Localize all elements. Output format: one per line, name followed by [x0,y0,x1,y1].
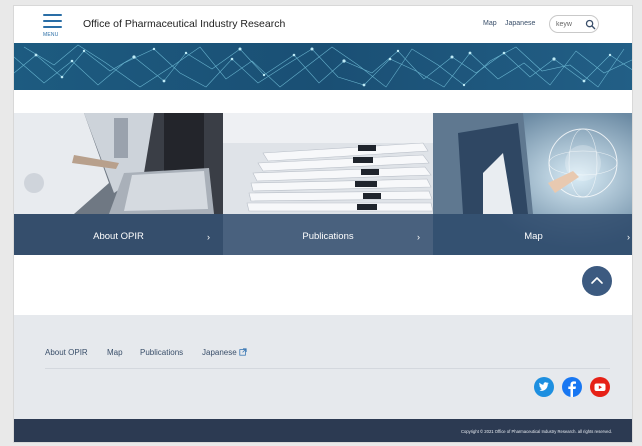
network-pattern-image [14,43,632,90]
menu-label: MENU [43,32,59,38]
search-icon[interactable] [585,19,596,30]
tile-label: Map [524,231,543,242]
tile-label: Publications [302,231,354,242]
twitter-icon [539,382,549,391]
hero-banner [14,43,632,90]
site-title[interactable]: Office of Pharmaceutical Industry Resear… [83,18,285,30]
chevron-right-icon: › [207,232,210,242]
copyright-bar: Copyright © 2021 Office of Pharmaceutica… [14,419,632,442]
youtube-icon [594,383,606,391]
tile-map[interactable]: Map › [433,113,632,255]
chevron-right-icon: › [417,232,420,242]
page-frame: MENU Office of Pharmaceutical Industry R… [13,5,633,443]
tile-about-opir[interactable]: About OPIR › [14,113,223,255]
footer-link-publications[interactable]: Publications [140,348,183,357]
hamburger-icon-bar [43,20,62,22]
search-input[interactable] [556,19,584,30]
twitter-button[interactable] [534,377,554,397]
chevron-up-icon [591,277,603,284]
copyright-text: Copyright © 2021 Office of Pharmaceutica… [460,429,612,434]
external-link-icon [239,348,247,356]
site-header: MENU Office of Pharmaceutical Industry R… [14,6,632,43]
footer-link-map[interactable]: Map [107,348,123,357]
menu-button[interactable]: MENU [43,14,65,40]
header-japanese-link[interactable]: Japanese [505,20,535,27]
hamburger-icon [43,14,62,16]
feature-tiles: About OPIR › Publications › Map › [14,113,632,255]
footer-link-japanese-wrap[interactable]: Japanese [202,348,247,357]
youtube-button[interactable] [590,377,610,397]
facebook-icon [568,381,576,397]
footer-link-japanese[interactable]: Japanese [202,348,237,357]
footer-link-about-opir[interactable]: About OPIR [45,348,88,357]
back-to-top-button[interactable] [582,266,612,296]
site-footer: About OPIR Map Publications Japanese [14,315,632,419]
hamburger-icon-bar [43,26,62,28]
chevron-right-icon: › [627,232,630,242]
facebook-button[interactable] [562,377,582,397]
tile-label: About OPIR [93,231,144,242]
header-map-link[interactable]: Map [483,20,497,27]
tile-publications[interactable]: Publications › [223,113,433,255]
search-box[interactable] [549,15,599,33]
footer-divider [45,368,610,369]
